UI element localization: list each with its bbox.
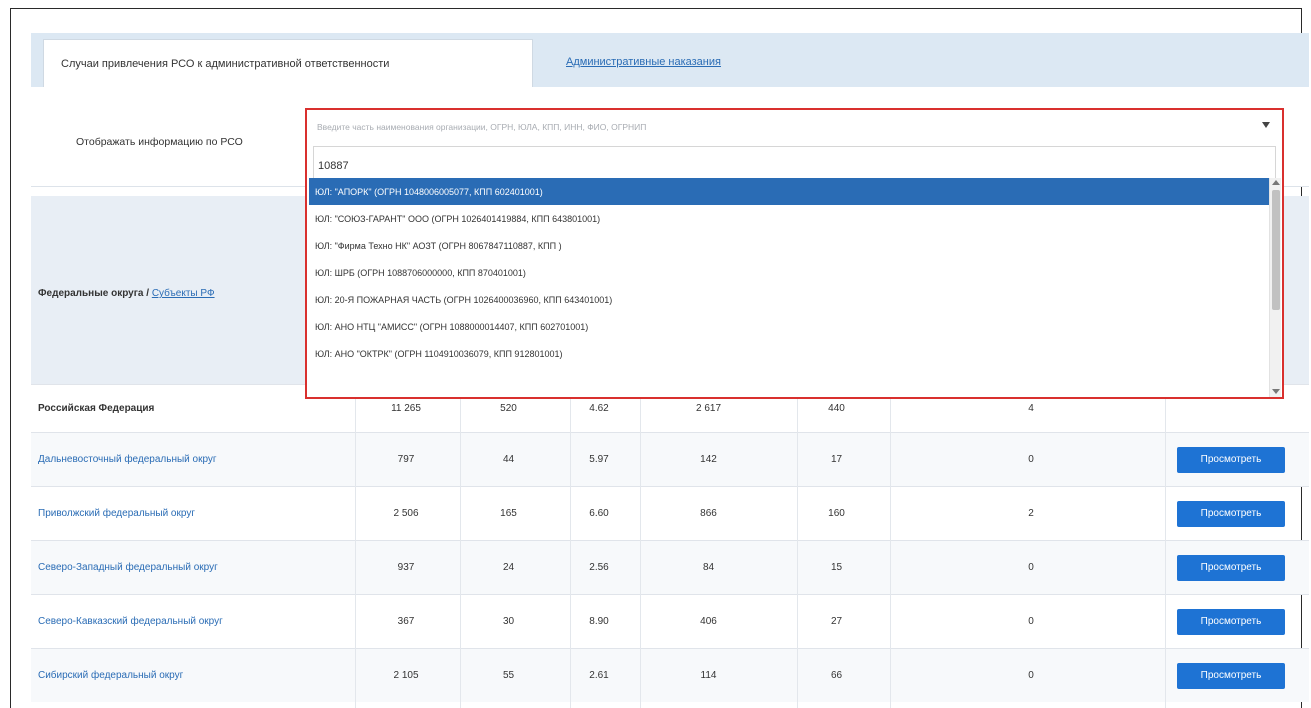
cell-1: 2 105: [393, 670, 419, 681]
cell-6: 2: [1028, 508, 1034, 519]
cell-5: 440: [828, 403, 845, 414]
districts-table: Российская Федерация 11 265 520 4.62 2 6…: [31, 384, 1309, 702]
cell-1: 797: [397, 454, 415, 465]
cell-4: 84: [702, 562, 715, 573]
cell-5: 66: [830, 670, 843, 681]
cell-3: 2.56: [589, 562, 609, 573]
rso-option[interactable]: ЮЛ: АНО "ОКТРК" (ОГРН 1104910036079, КПП…: [309, 340, 1269, 367]
federal-districts-label: Федеральные округа /: [38, 288, 152, 299]
dropdown-scrollbar[interactable]: [1269, 178, 1281, 397]
cell-6: 0: [1028, 454, 1034, 465]
cell-1: 937: [397, 562, 415, 573]
cell-4: 142: [700, 454, 717, 465]
cell-4: 866: [700, 508, 717, 519]
rso-option[interactable]: ЮЛ: "АПОРК" (ОГРН 1048006005077, КПП 602…: [309, 178, 1269, 205]
scroll-down-icon[interactable]: [1272, 389, 1280, 394]
column-divider: [460, 384, 461, 708]
cell-2: 55: [502, 670, 515, 681]
district-link[interactable]: Приволжский федеральный округ: [38, 508, 195, 519]
cell-3: 4.62: [589, 403, 609, 414]
chevron-down-icon[interactable]: [1262, 122, 1270, 128]
filter-label: Отображать информацию по РСО: [76, 136, 243, 148]
cell-5: 160: [828, 508, 845, 519]
view-button[interactable]: Просмотреть: [1177, 608, 1285, 635]
cell-6: 0: [1028, 562, 1034, 573]
cell-2: 44: [502, 454, 515, 465]
cell-6: 0: [1028, 670, 1034, 681]
table-row: Северо-Западный федеральный округ 937 24…: [31, 540, 1309, 594]
cell-5: 17: [830, 454, 843, 465]
cell-1: 2 506: [393, 508, 419, 519]
cell-4: 114: [700, 670, 717, 681]
cell-3: 8.90: [589, 616, 609, 627]
rso-select[interactable]: Введите часть наименования организации, …: [305, 108, 1284, 399]
cell-1: 11 265: [391, 403, 421, 414]
cell-3: 2.61: [589, 670, 609, 681]
tab-admin-responsibility-label: Случаи привлечения РСО к административно…: [61, 57, 390, 70]
column-divider: [355, 384, 356, 708]
rso-option[interactable]: ЮЛ: "СОЮЗ-ГАРАНТ" ООО (ОГРН 102640141988…: [309, 205, 1269, 232]
district-link[interactable]: Дальневосточный федеральный округ: [38, 454, 217, 465]
cell-4: 2 617: [695, 403, 722, 414]
tab-admin-penalties[interactable]: Административные наказания: [566, 56, 721, 68]
view-button[interactable]: Просмотреть: [1177, 662, 1285, 689]
cell-5: 15: [830, 562, 843, 573]
table-row: Приволжский федеральный округ 2 506 165 …: [31, 486, 1309, 540]
column-divider: [1165, 384, 1166, 708]
rso-option[interactable]: ЮЛ: 20-Я ПОЖАРНАЯ ЧАСТЬ (ОГРН 1026400036…: [309, 286, 1269, 313]
district-link[interactable]: Сибирский федеральный округ: [38, 670, 183, 681]
scroll-up-icon[interactable]: [1272, 180, 1280, 185]
cell-1: 367: [397, 616, 415, 627]
cell-5: 27: [830, 616, 843, 627]
cell-3: 5.97: [589, 454, 609, 465]
cell-2: 30: [502, 616, 515, 627]
cell-6: 0: [1028, 616, 1034, 627]
column-divider: [890, 384, 891, 708]
scrollbar-thumb[interactable]: [1272, 190, 1280, 310]
district-link[interactable]: Северо-Кавказский федеральный округ: [38, 616, 223, 627]
table-row: Сибирский федеральный округ 2 105 55 2.6…: [31, 648, 1309, 702]
table-row: Северо-Кавказский федеральный округ 367 …: [31, 594, 1309, 648]
view-button[interactable]: Просмотреть: [1177, 500, 1285, 527]
subjects-link[interactable]: Субъекты РФ: [152, 288, 215, 299]
column-divider: [570, 384, 571, 708]
rso-option[interactable]: ЮЛ: "Фирма Техно НК" АОЗТ (ОГРН 80678471…: [309, 232, 1269, 259]
rso-option[interactable]: ЮЛ: АНО НТЦ "АМИСС" (ОГРН 1088000014407,…: [309, 313, 1269, 340]
rso-options-list: ЮЛ: "АПОРК" (ОГРН 1048006005077, КПП 602…: [309, 178, 1269, 397]
rso-select-placeholder[interactable]: Введите часть наименования организации, …: [307, 110, 1282, 144]
column-divider: [640, 384, 641, 708]
view-button[interactable]: Просмотреть: [1177, 446, 1285, 473]
view-button[interactable]: Просмотреть: [1177, 554, 1285, 581]
row-name: Российская Федерация: [38, 403, 155, 414]
cell-2: 520: [500, 403, 517, 414]
table-header-label: Федеральные округа / Субъекты РФ: [38, 288, 215, 299]
cell-6: 4: [1028, 403, 1034, 414]
cell-2: 24: [502, 562, 515, 573]
tab-admin-responsibility[interactable]: Случаи привлечения РСО к административно…: [43, 39, 533, 87]
table-row: Дальневосточный федеральный округ 797 44…: [31, 432, 1309, 486]
rso-option[interactable]: ЮЛ: ШРБ (ОГРН 1088706000000, КПП 8704010…: [309, 259, 1269, 286]
column-divider: [797, 384, 798, 708]
district-link[interactable]: Северо-Западный федеральный округ: [38, 562, 218, 573]
cell-4: 406: [700, 616, 717, 627]
cell-3: 6.60: [589, 508, 609, 519]
cell-2: 165: [500, 508, 517, 519]
